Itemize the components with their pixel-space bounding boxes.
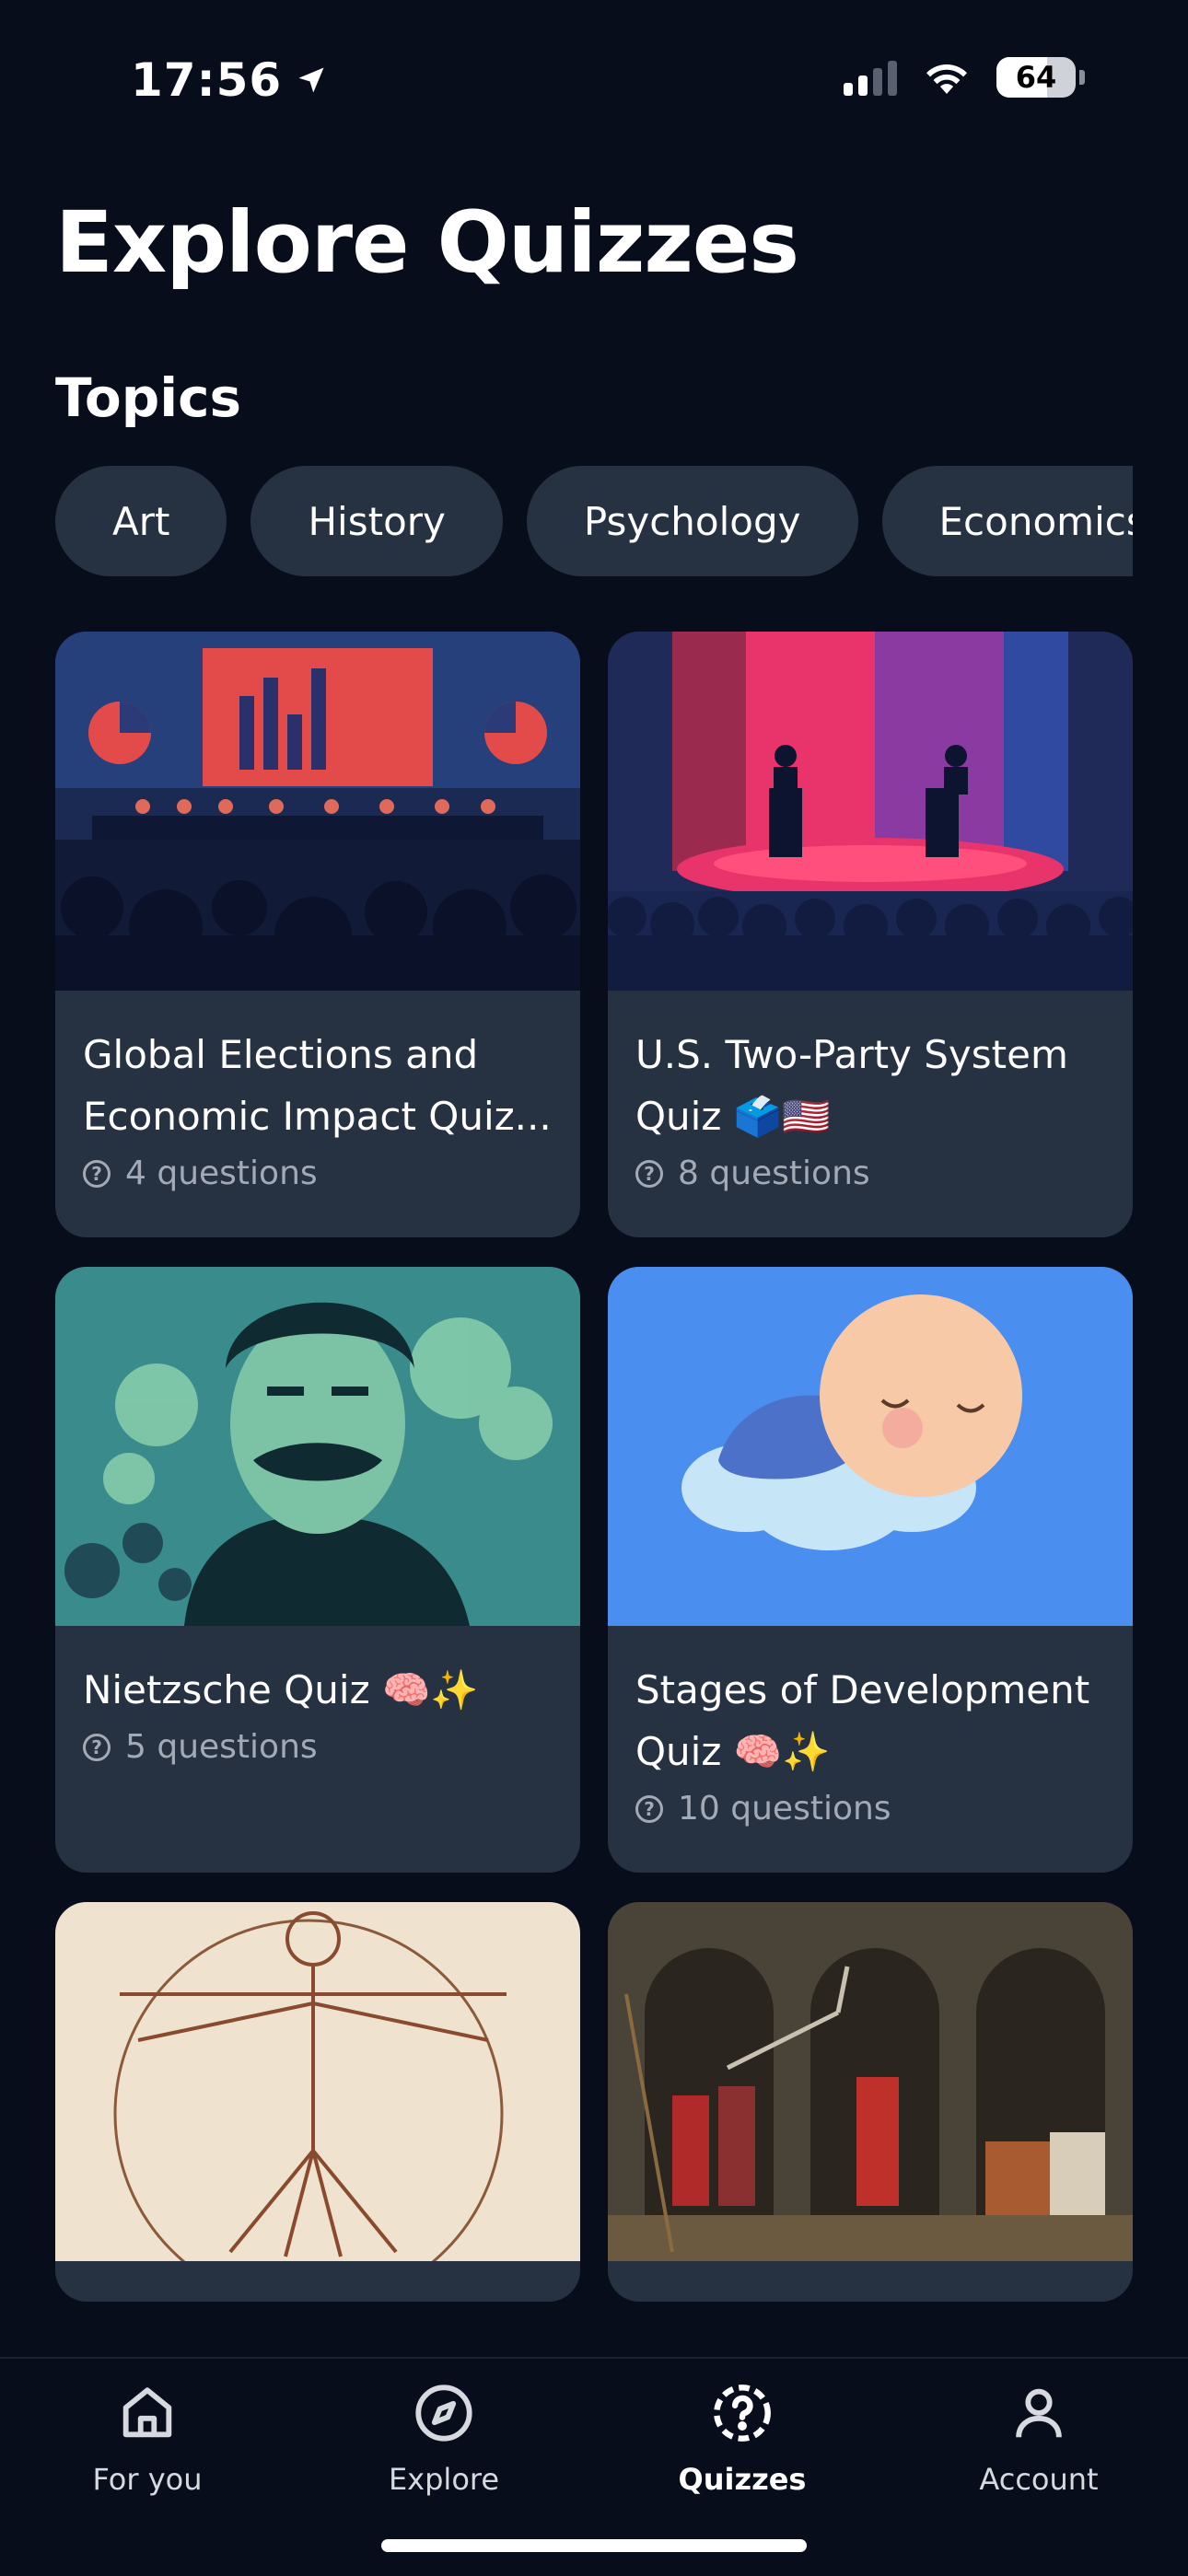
question-circle-icon: ?: [83, 1733, 111, 1761]
wifi-icon: [926, 64, 967, 94]
status-time: 17:56: [131, 53, 328, 107]
tab-account[interactable]: Account: [928, 2381, 1149, 2497]
tab-label: For you: [92, 2462, 203, 2497]
topic-chip-psychology[interactable]: Psychology: [526, 466, 858, 576]
question-count: 10 questions: [678, 1790, 891, 1828]
quiz-card-image: [55, 1267, 580, 1626]
status-bar: 17:56 64: [0, 0, 1188, 157]
battery-icon: 64: [996, 57, 1076, 98]
home-icon: [122, 2387, 172, 2438]
quiz-card-meta: ? 4 questions: [83, 1155, 553, 1192]
tab-for-you[interactable]: For you: [37, 2381, 258, 2497]
topic-chip-economics[interactable]: Economics: [881, 466, 1133, 576]
quiz-card-image: [608, 1267, 1133, 1626]
question-circle-icon: ?: [83, 1159, 111, 1188]
quiz-card[interactable]: Global Elections and Economic Impact Qui…: [55, 632, 580, 1237]
topic-chip-art[interactable]: Art: [55, 466, 227, 576]
topics-heading: Topics: [55, 366, 242, 429]
home-indicator[interactable]: [381, 2539, 807, 2552]
quiz-card[interactable]: [608, 1902, 1133, 2302]
battery-level: 64: [1015, 60, 1057, 95]
topic-chip-history[interactable]: History: [250, 466, 503, 576]
question-count: 8 questions: [678, 1155, 870, 1192]
quiz-card-title: Nietzsche Quiz 🧠✨: [83, 1667, 479, 1712]
question-circle-icon: ?: [635, 1159, 663, 1188]
compass-icon: [415, 2385, 472, 2442]
quiz-card-title: Global Elections and Economic Impact Qui…: [83, 1032, 552, 1139]
quiz-card[interactable]: [55, 1902, 580, 2302]
page-title: Explore Quizzes: [55, 193, 799, 292]
tab-explore[interactable]: Explore: [333, 2381, 554, 2497]
topic-chips: Art History Psychology Economics: [55, 466, 1133, 578]
question-count: 5 questions: [125, 1728, 318, 1766]
question-count: 4 questions: [125, 1155, 318, 1192]
quiz-card-meta: ? 10 questions: [635, 1790, 1105, 1828]
quiz-card-title: Stages of Development Quiz 🧠✨: [635, 1667, 1090, 1774]
quiz-card-image: [55, 1902, 580, 2261]
tab-label: Quizzes: [678, 2462, 807, 2497]
question-circle-icon: ?: [635, 1794, 663, 1823]
quiz-card[interactable]: Nietzsche Quiz 🧠✨ ? 5 questions: [55, 1267, 580, 1873]
quiz-card[interactable]: U.S. Two-Party System Quiz 🗳️🇺🇸 ? 8 ques…: [608, 632, 1133, 1237]
clock: 17:56: [131, 53, 283, 107]
quiz-card-meta: ? 8 questions: [635, 1155, 1105, 1192]
tab-quizzes[interactable]: Quizzes: [632, 2381, 853, 2497]
quiz-card-title: U.S. Two-Party System Quiz 🗳️🇺🇸: [635, 1032, 1068, 1139]
cellular-signal-icon: [844, 59, 897, 96]
quiz-card-image: [55, 632, 580, 991]
quiz-card-image: [608, 632, 1133, 991]
tab-label: Explore: [388, 2462, 500, 2497]
quiz-card[interactable]: Stages of Development Quiz 🧠✨ ? 10 quest…: [608, 1267, 1133, 1873]
account-icon: [1016, 2388, 1062, 2438]
tab-label: Account: [979, 2462, 1099, 2497]
quiz-card-meta: ? 5 questions: [83, 1728, 553, 1766]
quiz-icon: [714, 2385, 771, 2442]
quiz-card-image: [608, 1902, 1133, 2261]
location-arrow-icon: [298, 67, 324, 93]
